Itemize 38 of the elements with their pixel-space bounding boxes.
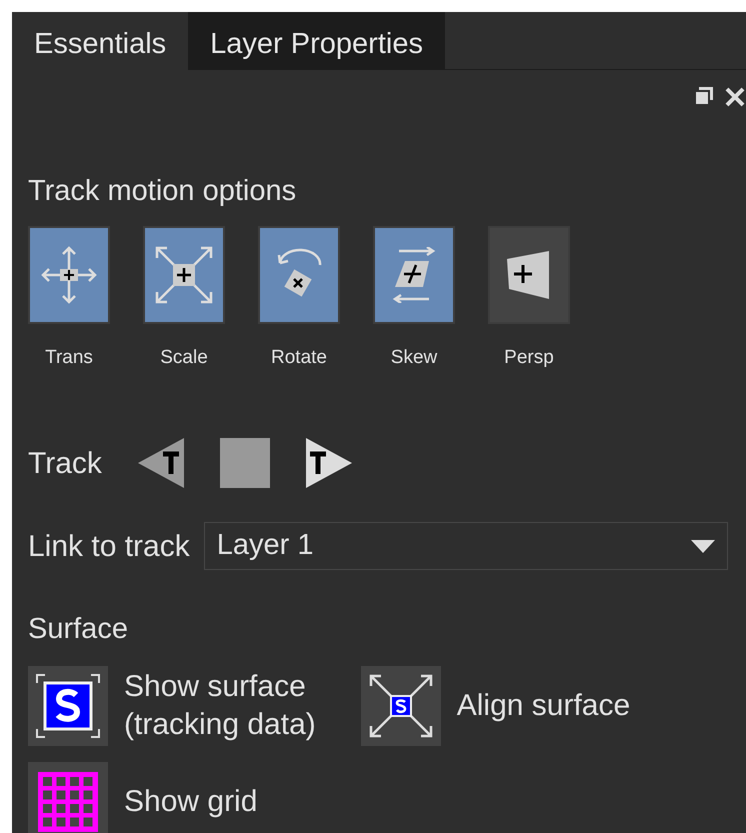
option-label: Persp	[504, 346, 554, 370]
show-grid-button[interactable]	[28, 762, 108, 833]
motion-option-button[interactable]	[28, 226, 110, 324]
motion-option-button[interactable]	[258, 226, 340, 324]
move-arrows-icon	[41, 246, 97, 304]
perspective-plane-icon	[507, 250, 551, 298]
show-surface-button[interactable]	[28, 666, 108, 746]
float-window-icon[interactable]	[694, 86, 714, 106]
option-label: Rotate	[271, 346, 327, 370]
scale-arrows-icon	[155, 246, 213, 304]
stop-square-icon	[220, 438, 270, 488]
surface-option-label: Align surface	[456, 688, 630, 724]
grid-icon	[38, 772, 98, 832]
motion-option-button[interactable]	[488, 226, 570, 324]
track-label: Track	[28, 446, 102, 482]
surface-s-icon	[35, 672, 101, 738]
track-stop-button[interactable]	[220, 438, 270, 488]
section-title: Track motion options	[28, 174, 298, 209]
align-surface-button[interactable]	[360, 666, 441, 746]
layer-dropdown[interactable]: Layer 1	[204, 522, 728, 570]
track-forward-button[interactable]	[306, 438, 352, 488]
track-backward-button[interactable]	[138, 438, 184, 488]
skew-icon	[391, 246, 437, 302]
option-label: Scale	[160, 346, 208, 370]
option-label: Skew	[390, 346, 438, 370]
motion-option-button[interactable]	[143, 226, 225, 324]
triangle-right-t-icon	[306, 438, 352, 488]
triangle-left-t-icon	[138, 438, 184, 488]
surface-option-label: Show grid	[124, 784, 258, 820]
dropdown-caret-icon	[691, 540, 715, 552]
align-surface-icon	[368, 674, 433, 738]
section-title: Surface	[28, 612, 129, 647]
motion-option-button[interactable]	[373, 226, 455, 324]
option-label: Trans	[45, 346, 93, 370]
link-to-track-label: Link to track	[28, 528, 190, 564]
tab[interactable]: Layer Properties	[188, 12, 445, 70]
surface-option-label: Show surface (tracking data)	[124, 669, 316, 742]
close-icon[interactable]	[724, 86, 746, 108]
